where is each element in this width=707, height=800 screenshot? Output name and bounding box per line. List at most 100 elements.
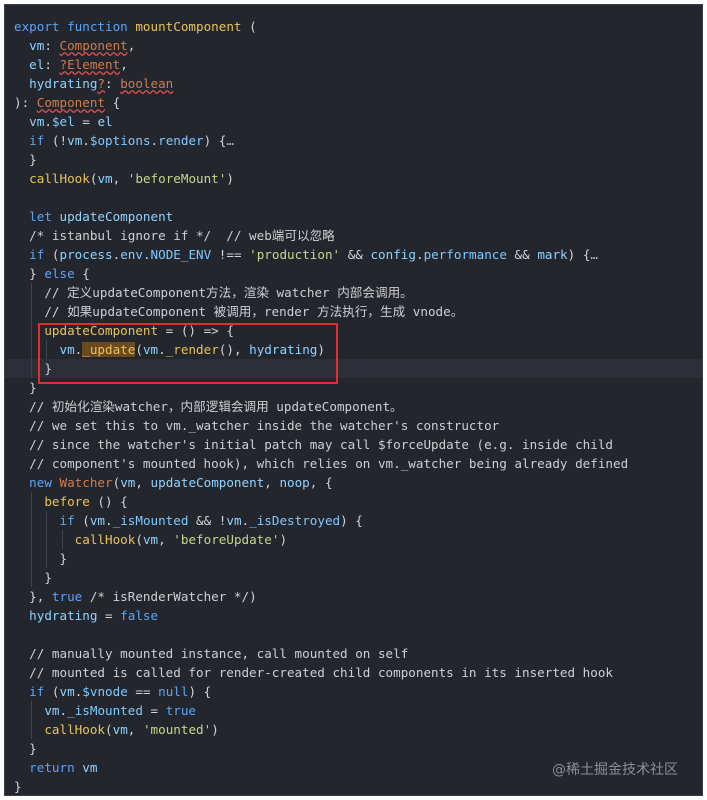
code-token: : [105,76,121,91]
code-line[interactable]: // we set this to vm._watcher inside the… [5,416,702,435]
code-line[interactable]: hydrating = false [5,606,702,625]
code-token: { [82,266,90,281]
code-line[interactable]: vm.$el = el [5,112,702,131]
code-line[interactable]: if (vm._isMounted && !vm._isDestroyed) { [5,511,702,530]
code-token: if [29,247,52,262]
code-token: && [340,247,371,262]
code-line[interactable] [5,625,702,644]
code-token: new [29,475,60,490]
code-lines[interactable]: export function mountComponent ( vm: Com… [5,17,702,795]
code-editor[interactable]: export function mountComponent ( vm: Com… [4,4,703,796]
code-token: hydrating [249,342,318,357]
code-token: callHook [29,171,90,186]
code-line[interactable]: } [5,549,702,568]
code-line[interactable]: new Watcher(vm, updateComponent, noop, { [5,473,702,492]
code-line[interactable]: } [5,739,702,758]
code-line[interactable]: hydrating?: boolean [5,74,702,93]
code-line[interactable]: } else { [5,264,702,283]
code-token: NODE_ENV [150,247,212,262]
code-token: = [97,608,121,623]
code-line[interactable]: } [5,777,702,795]
code-line[interactable]: // manually mounted instance, call mount… [5,644,702,663]
code-token: ) { [340,513,363,528]
code-line[interactable]: } [5,359,702,378]
code-line[interactable]: callHook(vm, 'mounted') [5,720,702,739]
code-line[interactable]: let updateComponent [5,207,702,226]
code-token: before [44,494,98,509]
code-line[interactable]: callHook(vm, 'beforeMount') [5,169,702,188]
code-line[interactable]: } [5,150,702,169]
code-line[interactable]: el: ?Element, [5,55,702,74]
code-token: vm [59,342,75,357]
code-line[interactable]: if (!vm.$options.render) {… [5,131,702,150]
code-token: function [67,19,136,34]
code-token: true [51,589,83,604]
code-token: ) { [188,684,212,699]
code-token: ( [249,19,257,34]
code-line[interactable]: // component's mounted hook), which reli… [5,454,702,473]
code-line[interactable]: } [5,378,702,397]
code-line[interactable]: /* istanbul ignore if */ // web端可以忽略 [5,226,702,245]
code-token: : [44,38,60,53]
code-token: _update [82,342,136,357]
code-line[interactable]: if (vm.$vnode == null) { [5,682,702,701]
code-token: ) [279,532,288,547]
indent-guide [31,720,33,739]
watermark: @稀土掘金技术社区 [552,762,678,778]
code-line[interactable]: // 定义updateComponent方法，渲染 watcher 内部会调用。 [5,283,702,302]
code-token: callHook [44,722,106,737]
indent-guide [31,340,33,359]
code-token: 'mounted' [142,722,212,737]
code-token: // since the watcher's initial patch may… [29,437,613,452]
code-line[interactable]: vm._isMounted = true [5,701,702,720]
code-token: vm [142,532,159,547]
code-line[interactable]: callHook(vm, 'beforeUpdate') [5,530,702,549]
code-token: el [97,114,113,129]
code-line[interactable]: } [5,568,702,587]
code-line[interactable]: if (process.env.NODE_ENV !== 'production… [5,245,702,264]
code-line[interactable]: vm: Component, [5,36,702,55]
code-line[interactable]: vm._update(vm._render(), hydrating) [5,340,702,359]
code-line[interactable] [5,188,702,207]
code-token: // 如果updateComponent 被调用，render 方法执行，生成 … [44,304,464,319]
code-line[interactable]: ): Component { [5,93,702,112]
code-token: env [120,247,143,262]
code-token: render [158,133,204,148]
code-token: hydrating [29,608,98,623]
code-line[interactable]: }, true /* isRenderWatcher */) [5,587,702,606]
code-token: if [29,684,52,699]
code-token: // manually mounted instance, call mount… [29,646,409,661]
code-line[interactable]: // 如果updateComponent 被调用，render 方法执行，生成 … [5,302,702,321]
code-token: ): [14,95,37,110]
code-line[interactable]: // since the watcher's initial patch may… [5,435,702,454]
code-token: // we set this to vm._watcher inside the… [29,418,500,433]
code-line[interactable]: // 初始化渲染watcher，内部逻辑会调用 updateComponent。 [5,397,702,416]
code-line[interactable]: // mounted is called for render-created … [5,663,702,682]
code-token: . [142,247,151,262]
code-token: . [82,133,90,148]
code-line[interactable]: export function mountComponent ( [5,17,702,36]
code-token: vm [82,760,98,775]
code-token: == [127,684,159,699]
code-token: if [29,133,52,148]
code-token: updateComponent [59,209,174,224]
code-token: . [59,703,68,718]
indent-guide [31,492,33,511]
code-token: . [44,114,52,129]
code-line[interactable]: updateComponent = () => { [5,321,702,340]
code-token: ? [97,76,106,91]
code-token: vm [120,475,136,490]
code-token: , [112,171,128,186]
code-token: process [59,247,113,262]
code-line[interactable]: before () { [5,492,702,511]
